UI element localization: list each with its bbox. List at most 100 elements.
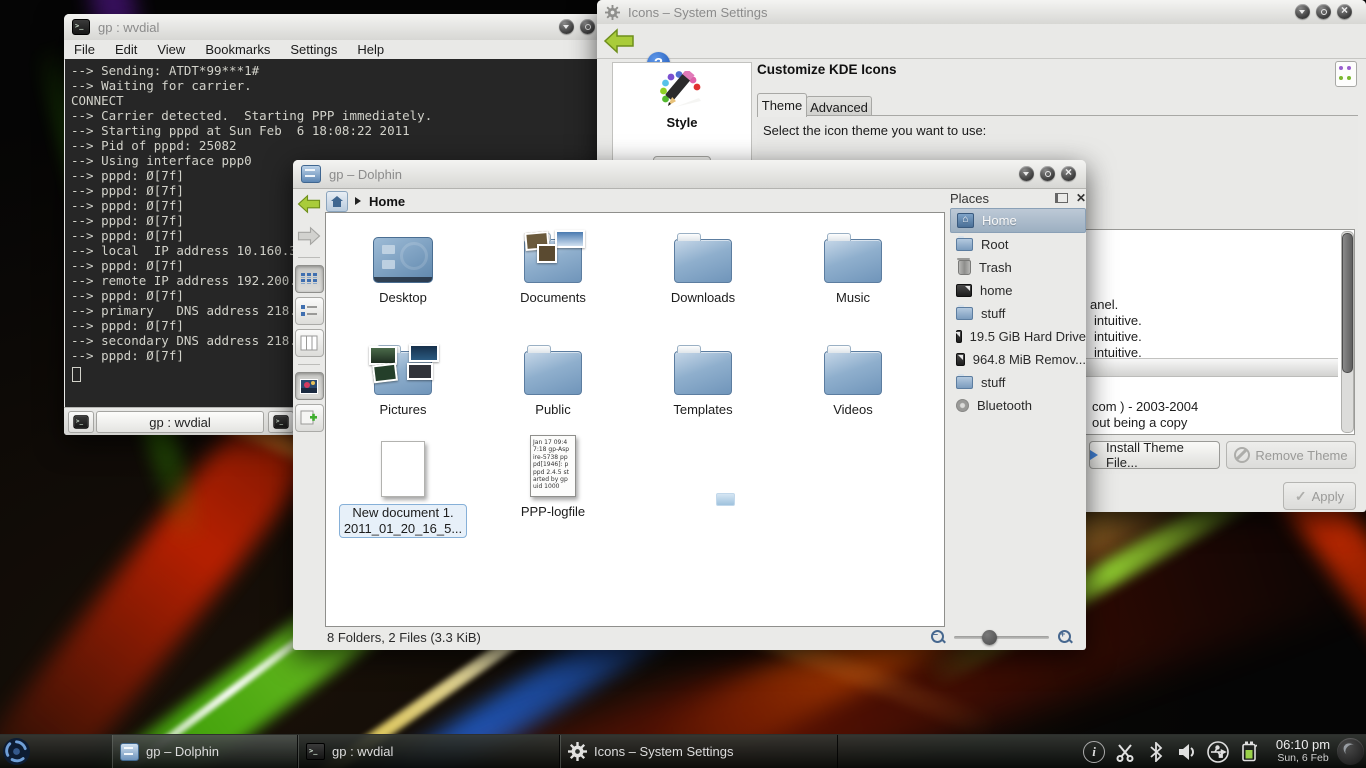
status-text: 8 Folders, 2 Files (3.3 KiB) (327, 630, 481, 645)
folder-item-pictures[interactable]: Pictures (328, 333, 478, 418)
zoom-controls: – + (930, 629, 1073, 645)
install-theme-button[interactable]: Install Theme File... (1089, 441, 1220, 469)
system-settings-title: Icons – System Settings (628, 5, 767, 20)
tab-theme[interactable]: Theme (757, 93, 807, 117)
konsole-tab[interactable]: gp : wvdial (96, 411, 264, 433)
system-settings-toolbar: ? (597, 24, 1366, 59)
info-icon[interactable]: i (1082, 740, 1106, 764)
folder-view[interactable]: Desktop Documents Downloads Music (325, 212, 945, 627)
dolphin-titlebar[interactable]: gp – Dolphin (293, 160, 1086, 189)
maximize-button[interactable] (1040, 166, 1055, 181)
clock-time: 06:10 pm (1272, 737, 1334, 752)
dolphin-window: gp – Dolphin Home (293, 160, 1086, 650)
taskbar-task-wvdial[interactable]: gp : wvdial (298, 735, 560, 768)
details-view-button[interactable] (295, 297, 324, 325)
file-label-line: 2011_01_20_16_5... (344, 521, 462, 536)
folder-item-templates[interactable]: Templates (628, 333, 778, 418)
menu-settings[interactable]: Settings (280, 42, 347, 57)
back-button[interactable] (295, 190, 324, 218)
maximize-button[interactable] (580, 19, 595, 34)
zoom-in-icon[interactable]: + (1057, 629, 1073, 645)
back-icon[interactable] (603, 28, 635, 54)
menu-edit[interactable]: Edit (105, 42, 147, 57)
place-trash[interactable]: Trash (950, 256, 1086, 279)
minimize-button[interactable] (559, 19, 574, 34)
place-root[interactable]: Root (950, 233, 1086, 256)
bluetooth-icon[interactable] (1144, 740, 1168, 764)
volume-icon[interactable] (1175, 740, 1199, 764)
remove-theme-button[interactable]: Remove Theme (1226, 441, 1356, 469)
clock[interactable]: 06:10 pm Sun, 6 Feb (1272, 737, 1334, 764)
klipper-scissors-icon[interactable] (1113, 740, 1137, 764)
blank-document-icon (381, 441, 425, 497)
close-button[interactable] (1061, 166, 1076, 181)
split-view-button[interactable] (295, 404, 324, 432)
place-label: Home (982, 213, 1017, 228)
breadcrumb-home[interactable]: Home (369, 194, 405, 209)
close-button[interactable] (1337, 4, 1352, 19)
icon-size-widget[interactable] (1335, 61, 1357, 87)
zoom-slider-handle[interactable] (982, 630, 997, 645)
place-removable-drive[interactable]: 964.8 MiB Remov... (950, 348, 1086, 371)
columns-view-button[interactable] (295, 329, 324, 357)
folder-label: Desktop (328, 290, 478, 306)
apply-button[interactable]: ✓ Apply (1283, 482, 1356, 510)
checkmark-icon: ✓ (1295, 488, 1307, 505)
place-stuff[interactable]: stuff (950, 302, 1086, 325)
battery-icon[interactable] (1237, 740, 1261, 764)
menu-help[interactable]: Help (347, 42, 394, 57)
drag-ghost-artifact (716, 493, 735, 506)
folder-item-documents[interactable]: Documents (478, 221, 628, 306)
folder-item-public[interactable]: Public (478, 333, 628, 418)
sidebar-item-style[interactable]: Style (613, 63, 751, 130)
tab-list-button[interactable] (268, 411, 294, 433)
place-home[interactable]: ⌂ Home (950, 208, 1086, 233)
new-tab-button[interactable] (68, 411, 94, 433)
detach-panel-icon[interactable] (1055, 193, 1068, 203)
system-settings-titlebar[interactable]: Icons – System Settings (597, 0, 1366, 25)
panel-cashew-button[interactable] (1337, 738, 1364, 765)
taskbar-task-dolphin[interactable]: gp – Dolphin (112, 735, 298, 768)
menu-file[interactable]: File (64, 42, 105, 57)
details-view-icon (300, 303, 318, 319)
folder-item-desktop[interactable]: Desktop (328, 221, 478, 306)
forward-button[interactable] (295, 222, 324, 250)
place-hard-drive[interactable]: 19.5 GiB Hard Drive (950, 325, 1086, 348)
hard-drive-icon (956, 284, 972, 297)
tab-advanced[interactable]: Advanced (806, 96, 872, 117)
folder-item-videos[interactable]: Videos (778, 333, 928, 418)
file-item-ppp-logfile[interactable]: Jan 17 09:4 7:18 gp-Asp ire-5738 pp pd[1… (478, 429, 628, 520)
dot-icon (1339, 76, 1343, 80)
app-launcher-button[interactable] (2, 737, 31, 766)
place-home-partition[interactable]: home (950, 279, 1086, 302)
usb-device-icon[interactable] (1206, 740, 1230, 764)
icons-view-button[interactable] (295, 265, 324, 293)
file-label-line: New document 1. (352, 505, 453, 520)
place-label: stuff (981, 306, 1005, 321)
menu-bookmarks[interactable]: Bookmarks (195, 42, 280, 57)
minimize-button[interactable] (1019, 166, 1034, 181)
zoom-out-icon[interactable]: – (930, 629, 946, 645)
maximize-button[interactable] (1316, 4, 1331, 19)
menu-view[interactable]: View (147, 42, 195, 57)
scrollbar-thumb[interactable] (1342, 233, 1353, 373)
place-label: home (980, 283, 1013, 298)
preview-button[interactable] (295, 372, 324, 400)
folder-icon (524, 351, 582, 395)
folder-icon (956, 376, 973, 389)
folder-item-music[interactable]: Music (778, 221, 928, 306)
zoom-slider[interactable] (954, 636, 1049, 639)
close-panel-icon[interactable]: ✕ (1076, 191, 1086, 205)
place-stuff-2[interactable]: stuff (950, 371, 1086, 394)
apply-label: Apply (1312, 489, 1345, 504)
place-bluetooth[interactable]: Bluetooth (950, 394, 1086, 417)
icons-view-icon (300, 271, 318, 287)
file-item-new-document[interactable]: New document 1.2011_01_20_16_5... (328, 435, 478, 538)
home-icon[interactable] (326, 191, 348, 212)
toolbar-separator (298, 364, 320, 365)
folder-item-downloads[interactable]: Downloads (628, 221, 778, 306)
scrollbar[interactable] (1341, 231, 1354, 433)
konsole-titlebar[interactable]: gp : wvdial (64, 14, 604, 41)
taskbar-task-system-settings[interactable]: Icons – System Settings (560, 735, 838, 768)
minimize-button[interactable] (1295, 4, 1310, 19)
